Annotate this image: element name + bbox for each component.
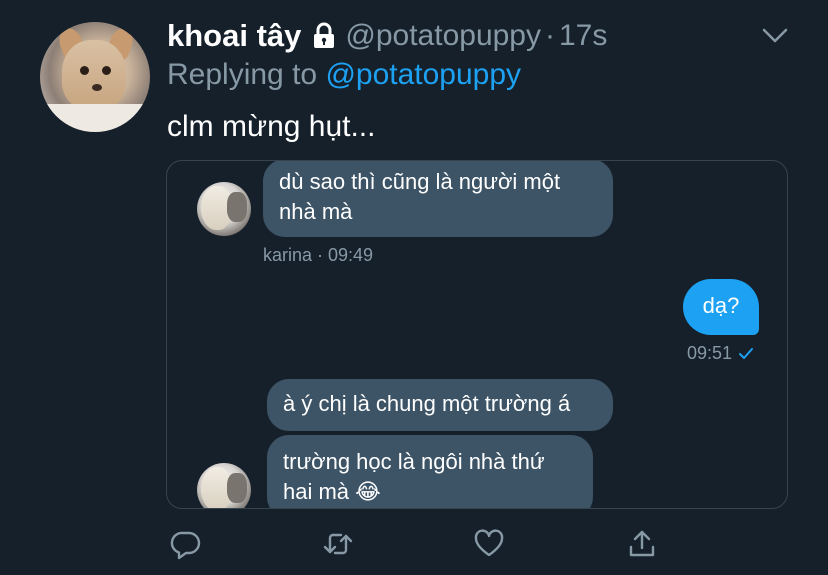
replying-handle-link[interactable]: @potatopuppy: [325, 58, 521, 91]
replying-to: Replying to @potatopuppy: [167, 58, 521, 92]
avatar[interactable]: [40, 22, 150, 132]
separator-dot: ·: [545, 19, 555, 52]
share-icon: [629, 530, 655, 557]
chat-avatar: [197, 182, 251, 236]
retweet-icon: [323, 533, 353, 555]
message-meta-sent: 09:51: [687, 343, 754, 364]
message-bubble: trường học là ngôi nhà thứ hai mà 😂: [267, 435, 593, 508]
share-button[interactable]: [620, 522, 664, 566]
attached-screenshot[interactable]: dù sao thì cũng là người một nhà mà kari…: [166, 160, 788, 509]
message-text: à ý chị là chung một trường á: [283, 391, 571, 416]
message-bubble-sent: dạ?: [683, 279, 759, 335]
message-text: trường học là ngôi nhà thứ hai mà 😂: [283, 449, 545, 504]
tweet-text: clm mừng hụt...: [167, 110, 376, 143]
reply-button[interactable]: [164, 522, 208, 566]
lock-icon: [311, 22, 337, 50]
timestamp[interactable]: 17s: [559, 19, 607, 53]
heart-icon: [474, 529, 504, 557]
message-text: dù sao thì cũng là người một nhà mà: [279, 169, 561, 224]
user-handle[interactable]: @potatopuppy: [345, 19, 541, 53]
chevron-down-icon[interactable]: [762, 26, 788, 46]
tweet-actions: [0, 522, 828, 566]
display-name[interactable]: khoai tây: [167, 18, 301, 54]
like-button[interactable]: [467, 522, 511, 566]
tweet-header: khoai tây @potatopuppy · 17s: [167, 16, 607, 56]
message-text: dạ?: [702, 293, 740, 318]
sent-time: 09:51: [687, 343, 733, 363]
replying-prefix: Replying to: [167, 58, 326, 91]
check-icon: [738, 347, 754, 361]
message-meta: karina · 09:49: [263, 245, 374, 265]
tweet: khoai tây @potatopuppy · 17s Replying to…: [0, 0, 828, 575]
reply-icon: [170, 531, 201, 560]
message-bubble: à ý chị là chung một trường á: [267, 379, 613, 431]
message-bubble: dù sao thì cũng là người một nhà mà: [263, 161, 613, 237]
retweet-button[interactable]: [316, 522, 360, 566]
chat-avatar: [197, 463, 251, 508]
